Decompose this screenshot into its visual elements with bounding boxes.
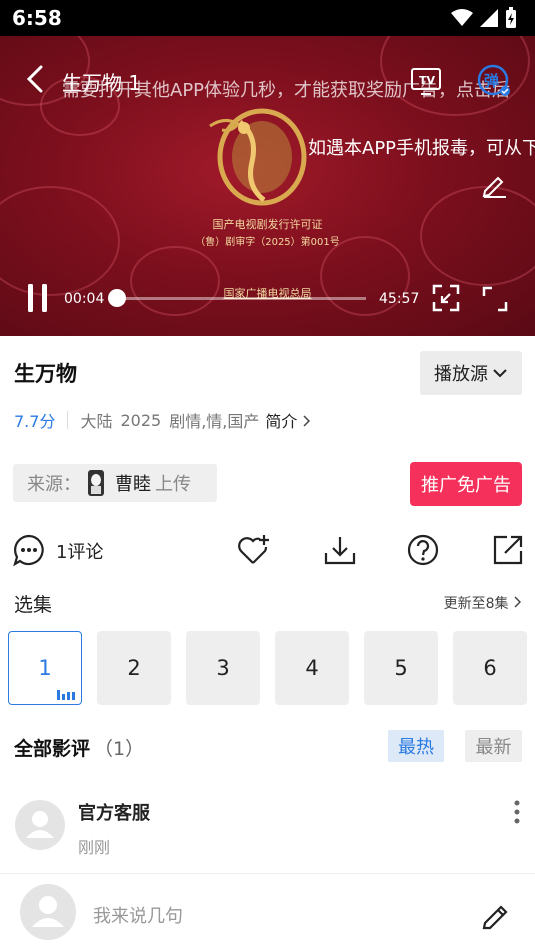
- svg-text:弹: 弹: [484, 72, 499, 90]
- play-source-label: 播放源: [434, 364, 488, 385]
- help-icon[interactable]: [406, 533, 440, 567]
- play-source-selector[interactable]: 播放源: [420, 351, 522, 395]
- uploader-suffix: 上传: [155, 474, 191, 495]
- reviews-title: 全部影评: [14, 738, 91, 760]
- comment-icon[interactable]: [12, 533, 46, 567]
- show-title: 生万物: [14, 362, 77, 386]
- uploader-avatar: [88, 470, 104, 496]
- region: 大陆: [80, 412, 113, 431]
- current-time: 00:04: [64, 291, 105, 307]
- svg-text:TV: TV: [419, 74, 436, 87]
- default-user-icon: [26, 811, 54, 838]
- episode-item-6[interactable]: 6: [453, 631, 527, 705]
- video-player[interactable]: 国产电视剧发行许可证 （鲁）剧审字（2025）第001号 国家广播电视总局 需要…: [0, 36, 535, 336]
- fullscreen-icon[interactable]: [482, 286, 508, 312]
- back-icon[interactable]: [22, 64, 52, 94]
- cast-tv-icon[interactable]: TV: [410, 66, 442, 96]
- cloud-pattern: [130, 246, 220, 316]
- episode-item-5[interactable]: 5: [364, 631, 438, 705]
- chevron-right-icon: [303, 415, 311, 427]
- episodes-heading: 选集: [14, 594, 53, 616]
- progress-track[interactable]: [116, 297, 366, 300]
- chevron-right-icon: [514, 596, 522, 608]
- pause-icon[interactable]: [26, 284, 50, 312]
- uploader-name: 曹睦: [115, 474, 151, 495]
- uploader-prefix: 来源：: [27, 474, 81, 495]
- signal-icon: [480, 9, 498, 27]
- rating: 7.7分: [14, 412, 56, 431]
- status-icons: [451, 7, 517, 29]
- episodes-update-label: 更新至8集: [443, 596, 509, 612]
- episode-number: 1: [38, 656, 52, 680]
- divider: [67, 411, 69, 429]
- favorite-add-icon[interactable]: [236, 533, 270, 567]
- download-icon[interactable]: [323, 533, 357, 567]
- episode-item-3[interactable]: 3: [186, 631, 260, 705]
- intro-label: 简介: [265, 412, 298, 431]
- danmaku-toggle-icon[interactable]: 弹: [477, 64, 511, 98]
- more-vertical-icon[interactable]: [510, 798, 524, 826]
- golden-figure-logo: [209, 108, 307, 206]
- reviews-heading: 全部影评 （1）: [14, 734, 144, 761]
- promote-no-ads-button[interactable]: 推广免广告: [410, 462, 522, 506]
- now-playing-icon: [57, 690, 75, 700]
- episode-number: 3: [216, 656, 230, 680]
- episode-number: 5: [394, 656, 408, 680]
- status-bar: 6:58: [0, 0, 535, 36]
- comment-time: 刚刚: [78, 838, 111, 857]
- avatar[interactable]: [15, 800, 65, 850]
- marquee-notice-mid: 如遇本APP手机报毒，可从下: [308, 138, 535, 159]
- share-icon[interactable]: [491, 533, 525, 567]
- action-row: 1评论: [0, 533, 535, 569]
- episode-item-4[interactable]: 4: [275, 631, 349, 705]
- reviews-count: （1）: [94, 738, 145, 760]
- video-title: 生万物 1: [62, 71, 142, 95]
- chevron-down-icon: [493, 369, 507, 378]
- comment-composer: 我来说几句: [0, 873, 535, 951]
- episode-item-2[interactable]: 2: [97, 631, 171, 705]
- default-user-icon: [32, 896, 64, 927]
- license-text: 国产电视剧发行许可证: [212, 218, 323, 231]
- status-time: 6:58: [12, 6, 62, 30]
- total-time: 45:57: [379, 291, 420, 307]
- show-meta: 7.7分 大陆 2025 剧情,情,国产 简介: [14, 408, 311, 432]
- uploader-info[interactable]: 来源： 曹睦 上传: [13, 464, 217, 502]
- episode-item-1[interactable]: 1: [8, 631, 82, 705]
- episode-number: 2: [127, 656, 141, 680]
- progress-knob[interactable]: [108, 289, 126, 307]
- episode-number: 6: [483, 656, 497, 680]
- intro-link[interactable]: 简介: [265, 408, 311, 432]
- pencil-icon[interactable]: [480, 898, 512, 930]
- sort-hottest-button[interactable]: 最热: [388, 730, 444, 762]
- my-avatar[interactable]: [20, 884, 76, 940]
- license-number: （鲁）剧审字（2025）第001号: [195, 237, 340, 248]
- wifi-icon: [451, 9, 473, 26]
- comment-input[interactable]: 我来说几句: [93, 902, 183, 928]
- episode-number: 4: [305, 656, 319, 680]
- battery-icon: [506, 7, 516, 28]
- episodes-update-link[interactable]: 更新至8集: [443, 593, 522, 613]
- year: 2025: [120, 410, 162, 430]
- sort-newest-button[interactable]: 最新: [465, 730, 522, 762]
- comment-count[interactable]: 1评论: [56, 538, 103, 564]
- danmaku-edit-icon[interactable]: [480, 170, 508, 198]
- comment-author[interactable]: 官方客服: [78, 799, 150, 825]
- exit-pip-icon[interactable]: [432, 284, 460, 312]
- genres: 剧情,情,国产: [169, 412, 260, 431]
